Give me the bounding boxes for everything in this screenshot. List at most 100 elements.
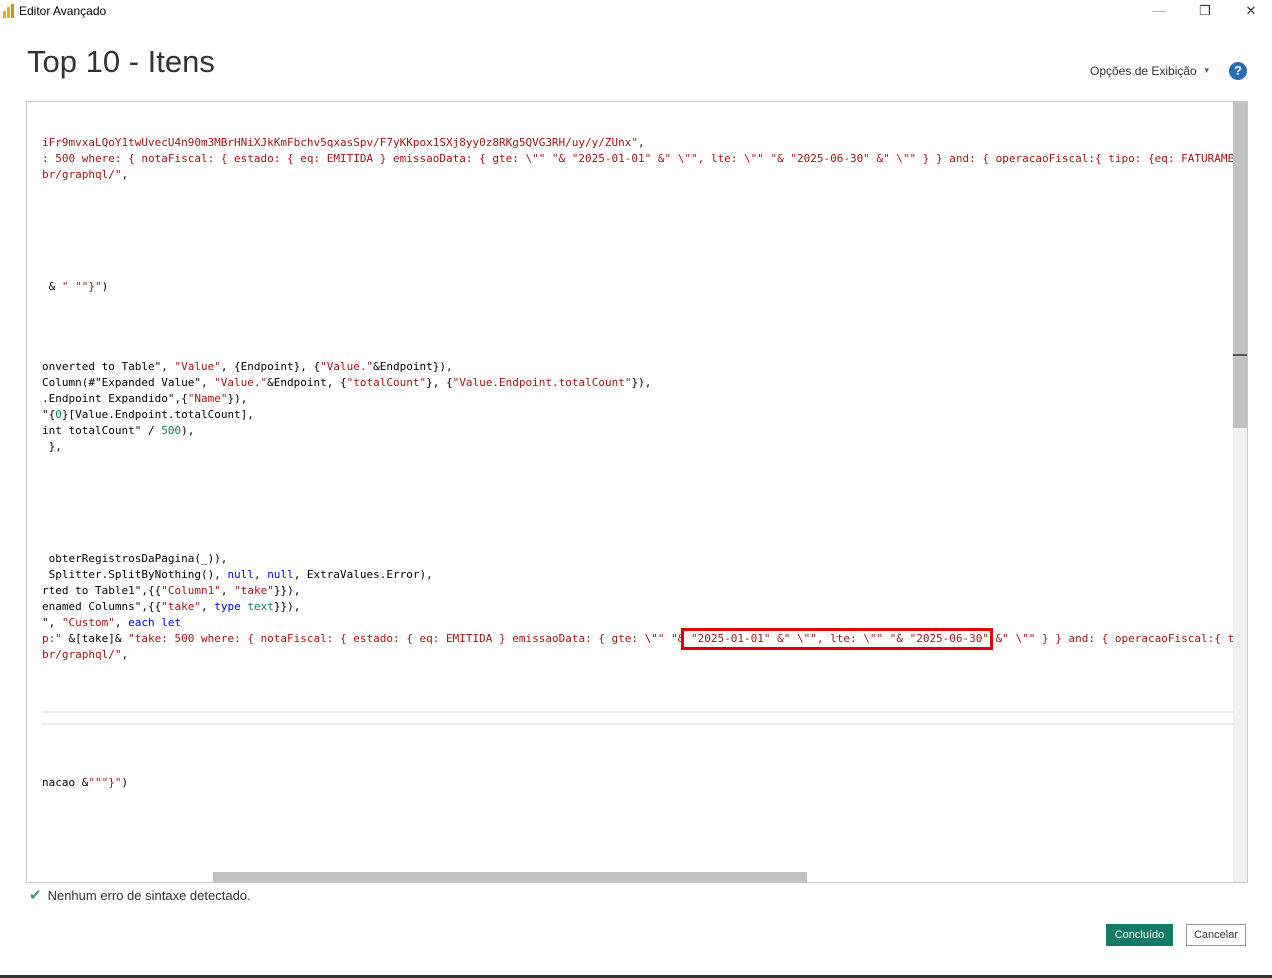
code-token: & [42,280,62,293]
code-token: br/graphql/" [42,168,122,181]
code-token: "take" [161,600,201,613]
cancel-button[interactable]: Cancelar [1186,924,1246,946]
page-title: Top 10 - Itens [27,44,215,79]
code-token: "Column1" [161,584,221,597]
code-token: onverted to Table", [42,360,175,373]
code-token: text [247,600,274,613]
code-token: enamed Columns",{{ [42,600,162,613]
code-line: Splitter.SplitByNothing(), null, null, E… [42,567,433,583]
code-token: &Endpoint}), [373,360,453,373]
done-button[interactable]: Concluído [1106,924,1173,946]
code-token: 0 [55,408,62,421]
syntax-status-text: Nenhum erro de sintaxe detectado. [47,888,251,903]
code-token: }, [42,440,62,453]
code-token: iFr9mvxaLQoY1twUvecU4n90m3MBrHNiXJkKmFbc… [42,136,639,149]
code-token: , [220,584,235,597]
code-token: .Endpoint Expandido",{ [42,392,188,405]
code-token: null [227,568,254,581]
horizontal-scrollbar-thumb[interactable] [213,872,807,882]
code-token: type [214,600,241,613]
code-token: br/graphql/" [42,648,122,661]
code-token: "Name" [187,392,228,405]
code-line: obterRegistrosDaPagina(_)), [42,551,228,567]
code-token: "Value.Endpoint.totalCount" [452,376,632,389]
window-title: Editor Avançado [19,4,107,18]
code-token: ) [101,280,109,293]
highlight-annotation-box [681,628,993,650]
check-icon: ✔ [29,887,42,904]
vertical-scrollbar-thumb[interactable] [1233,102,1247,428]
code-line: br/graphql/", [42,167,128,183]
code-token: }}), [273,600,301,613]
power-bi-icon [3,4,14,18]
code-token: "take" [234,584,274,597]
code-line: "{0}[Value.Endpoint.totalCount], [42,407,254,423]
code-token: , [638,136,645,149]
scroll-position-marker [1233,354,1247,356]
code-token: &Endpoint, { [267,376,347,389]
code-line: onverted to Table", "Value", {Endpoint},… [42,359,453,375]
chevron-down-icon: ▼ [1202,66,1211,75]
code-line: p:" &[take]& "take: 500 where: { notaFis… [42,631,1247,647]
code-editor[interactable]: iFr9mvxaLQoY1twUvecU4n90m3MBrHNiXJkKmFbc… [26,101,1248,883]
code-token: }[Value.Endpoint.totalCount], [61,408,254,421]
code-token: obterRegistrosDaPagina(_)), [42,552,228,565]
code-token: rted to Table1",{{ [42,584,162,597]
code-token: int totalCount" / [42,424,162,437]
code-token: , ExtraValues.Error), [293,568,433,581]
code-token: ", [42,616,62,629]
code-line: int totalCount" / 500), [42,423,194,439]
code-token: null [267,568,294,581]
code-line: ", "Custom", each let [42,615,181,631]
code-token: ) [121,776,129,789]
code-line: : 500 where: { notaFiscal: { estado: { e… [42,151,1248,167]
code-line: .Endpoint Expandido",{"Name"}), [42,391,247,407]
view-options-dropdown[interactable]: Opções de Exibição ▼ [1090,64,1211,78]
minimize-button[interactable]: — [1136,0,1182,23]
code-token: Splitter.SplitByNothing(), [42,568,228,581]
code-token: each [128,616,155,629]
code-token: }), [631,376,652,389]
code-line: rted to Table1",{{"Column1", "take"}}), [42,583,300,599]
code-token: , [114,616,129,629]
code-token: , {Endpoint}, { [220,360,321,373]
code-line: & " ""}") [42,279,109,295]
code-token: """}" [88,776,122,789]
code-token: let [161,616,182,629]
code-token: , [253,568,268,581]
current-line-highlight [42,711,1247,725]
close-button[interactable]: ✕ [1228,0,1272,23]
code-token: " ""}" [61,280,102,293]
syntax-status: ✔ Nenhum erro de sintaxe detectado. [29,886,251,904]
code-token: "Custom" [61,616,115,629]
code-token: 500 [161,424,182,437]
code-token: , [121,648,129,661]
code-token: "Value" [174,360,221,373]
code-token: Column(#"Expanded Value", [42,376,215,389]
code-line: }, [42,439,62,455]
view-options-label: Opções de Exibição [1090,64,1197,78]
code-line: nacao &"""}") [42,775,128,791]
code-token: "{ [42,408,56,421]
title-bar: Editor Avançado — ❐ ✕ [0,0,1272,23]
code-line: enamed Columns",{{"take", type text}}), [42,599,300,615]
code-token: nacao & [42,776,89,789]
code-line: iFr9mvxaLQoY1twUvecU4n90m3MBrHNiXJkKmFbc… [42,135,645,151]
code-token: , [200,600,215,613]
code-token: , [121,168,129,181]
code-token: "Value." [214,376,268,389]
code-token: p:" [42,632,69,645]
code-token: }}), [273,584,301,597]
help-icon[interactable]: ? [1229,62,1247,80]
code-token: : 500 where: { notaFiscal: { estado: { e… [42,152,1248,165]
code-token: "Value." [320,360,374,373]
code-line: br/graphql/", [42,647,128,663]
maximize-button[interactable]: ❐ [1182,0,1228,23]
vertical-scrollbar[interactable] [1233,102,1247,882]
code-token: "totalCount" [346,376,427,389]
code-token: ), [181,424,195,437]
code-line: Column(#"Expanded Value", "Value."&Endpo… [42,375,651,391]
code-token: }), [227,392,248,405]
code-token: }, { [426,376,453,389]
code-token: &[take]& [68,632,129,645]
